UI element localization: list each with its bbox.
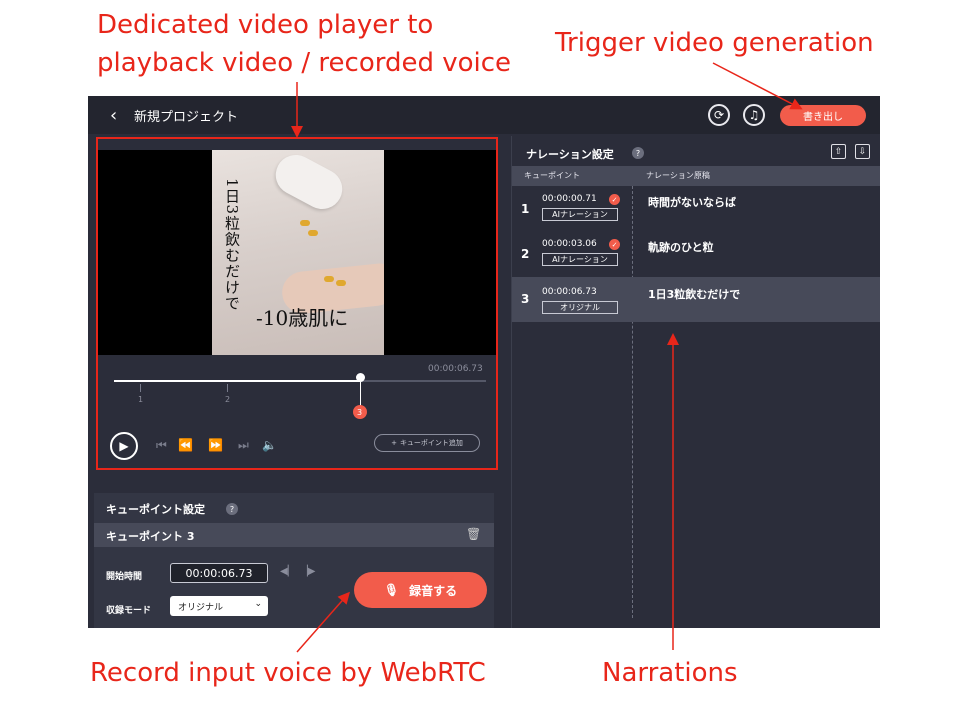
row-text[interactable]: 軌跡のひと粒	[648, 239, 714, 255]
upload-icon[interactable]: ⇧	[831, 144, 846, 159]
mode-label: 収録モード	[106, 606, 152, 616]
row-number: 1	[521, 202, 530, 216]
annotation-video-player-line2: playback video / recorded voice	[97, 48, 512, 78]
mode-select[interactable]: オリジナル ⌄	[170, 596, 268, 616]
check-icon: ✓	[609, 239, 620, 250]
export-button[interactable]: 書き出し	[780, 105, 866, 126]
narration-row[interactable]: 1 00:00:00.71 ✓ AIナレーション 時間がないならば	[512, 188, 880, 233]
help-icon[interactable]: ?	[226, 503, 238, 515]
check-icon: ✓	[609, 194, 620, 205]
narration-panel: ナレーション設定 ? ⇧ ⇩ キューポイント ナレーション原稿 1 00:00:…	[511, 136, 880, 628]
narration-table-header: キューポイント ナレーション原稿	[512, 166, 880, 186]
cue-settings-title: キューポイント設定	[106, 503, 205, 516]
narration-row[interactable]: 2 00:00:03.06 ✓ AIナレーション 軌跡のひと粒	[512, 233, 880, 278]
row-tag[interactable]: オリジナル	[542, 301, 618, 314]
annotation-highlight-box	[96, 137, 498, 470]
mode-select-value: オリジナル	[178, 602, 224, 613]
row-number: 2	[521, 247, 530, 261]
refresh-icon[interactable]: ⟳	[708, 104, 730, 126]
project-title: 新規プロジェクト	[134, 110, 239, 125]
selected-cue-label: キューポイント 3	[106, 530, 195, 543]
row-text[interactable]: 時間がないならば	[648, 194, 736, 210]
annotation-narrations: Narrations	[602, 658, 738, 688]
start-time-field[interactable]: 00:00:06.73	[170, 563, 268, 583]
start-time-label: 開始時間	[106, 572, 143, 582]
microphone-icon: 🎙	[383, 583, 400, 597]
chevron-left-icon[interactable]: ‹	[110, 105, 117, 126]
top-bar: ‹ 新規プロジェクト ⟳ ♫ 書き出し	[88, 96, 880, 134]
row-tag[interactable]: AIナレーション	[542, 253, 618, 266]
row-text[interactable]: 1日3粒飲むだけで	[648, 286, 740, 302]
chevron-down-icon: ⌄	[254, 599, 262, 609]
record-label: 録音する	[409, 583, 458, 598]
download-icon[interactable]: ⇩	[855, 144, 870, 159]
trash-icon[interactable]: 🗑	[466, 527, 481, 541]
row-time: 00:00:03.06	[542, 239, 597, 249]
narration-title: ナレーション設定	[526, 148, 614, 161]
row-tag[interactable]: AIナレーション	[542, 208, 618, 221]
annotation-video-player-line1: Dedicated video player to	[97, 10, 434, 40]
column-script: ナレーション原稿	[646, 171, 710, 180]
help-icon[interactable]: ?	[632, 147, 644, 159]
row-time: 00:00:06.73	[542, 287, 597, 297]
step-back-icon[interactable]: ◀▏	[280, 566, 295, 577]
music-icon[interactable]: ♫	[743, 104, 765, 126]
column-cue: キューポイント	[524, 171, 580, 180]
annotation-trigger: Trigger video generation	[555, 28, 874, 58]
annotation-record: Record input voice by WebRTC	[90, 658, 486, 688]
step-forward-icon[interactable]: ▕▶	[300, 566, 315, 577]
cue-settings-panel: キューポイント設定 ? キューポイント 3 🗑 開始時間 00:00:06.73…	[94, 493, 494, 628]
selected-cue-header: キューポイント 3 🗑	[94, 523, 494, 547]
narration-row-selected[interactable]: 3 00:00:06.73 オリジナル 1日3粒飲むだけで	[512, 277, 880, 322]
record-button[interactable]: 🎙 録音する	[354, 572, 487, 608]
row-number: 3	[521, 292, 530, 306]
row-time: 00:00:00.71	[542, 194, 597, 204]
